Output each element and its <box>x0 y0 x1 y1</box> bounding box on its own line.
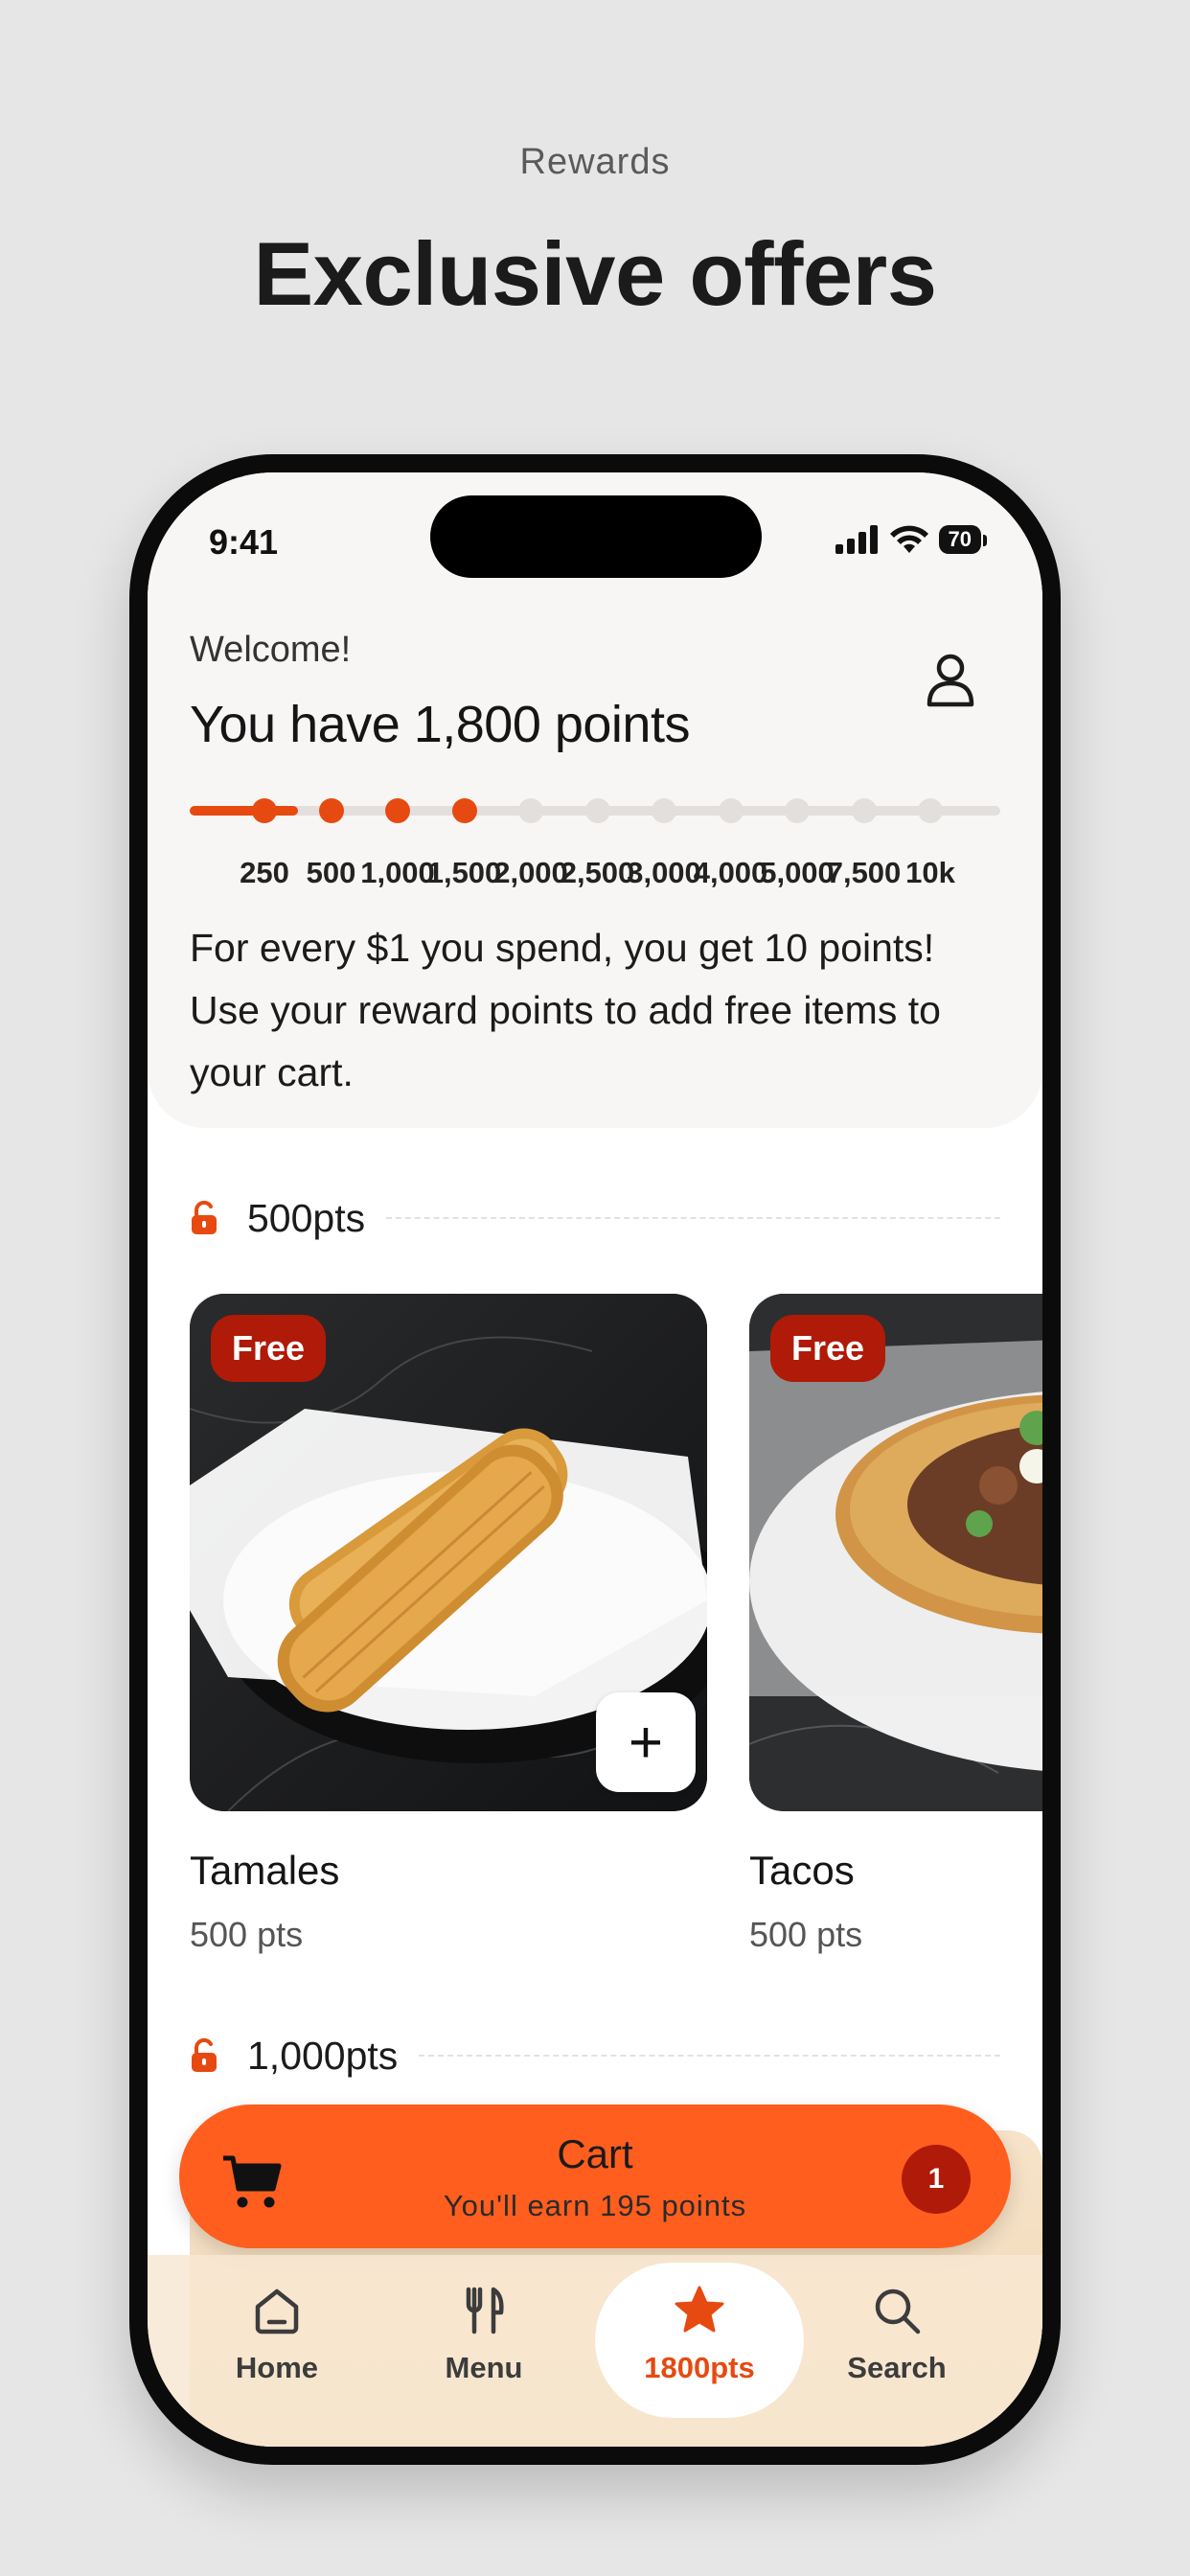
bottom-tab-bar: Home Menu 1800pts Search <box>148 2255 1042 2447</box>
cart-subtitle: You'll earn 195 points <box>443 2189 747 2222</box>
progress-milestone-dot <box>451 798 477 823</box>
free-badge: Free <box>211 1315 327 1382</box>
progress-tick-label: 10k <box>905 856 955 889</box>
reward-card-tamales[interactable]: Free + Tamales 500 pts <box>190 1294 707 1954</box>
tab-home[interactable]: Home <box>181 2255 373 2418</box>
points-progress-track <box>190 798 1000 823</box>
search-icon <box>875 2288 921 2334</box>
tab-label: Menu <box>445 2351 523 2384</box>
progress-tick-label: 500 <box>306 856 356 889</box>
page-headline: Exclusive offers <box>253 223 937 324</box>
progress-tick-label: 250 <box>240 856 289 889</box>
free-badge: Free <box>770 1315 886 1382</box>
tier-divider <box>419 2055 1000 2057</box>
progress-milestone-dot <box>785 798 810 823</box>
dynamic-island <box>430 495 762 578</box>
signal-icon <box>835 525 878 554</box>
progress-tick-label: 4,000 <box>693 856 768 889</box>
progress-milestone-dot <box>584 798 610 823</box>
tier-divider <box>386 1217 1000 1219</box>
progress-milestone-dot <box>518 798 543 823</box>
tab-rewards[interactable]: 1800pts <box>595 2263 804 2418</box>
item-points: 500 pts <box>190 1915 304 1954</box>
tier-header-500: 500pts <box>190 1194 1000 1242</box>
item-name: Tacos <box>749 1848 855 1893</box>
progress-tick-label: 1,500 <box>426 856 502 889</box>
progress-milestone-dot <box>851 798 877 823</box>
add-to-cart-button[interactable]: + <box>596 1692 696 1792</box>
progress-milestone-dot <box>252 798 277 823</box>
cart-title: Cart <box>557 2131 633 2176</box>
rewards-header-panel: 9:41 70 Welcome! You have 1,800 points 2… <box>148 472 1042 1128</box>
fork-knife-icon <box>466 2287 504 2334</box>
wifi-icon <box>889 525 928 553</box>
person-icon[interactable] <box>922 651 979 708</box>
phone-screen: 9:41 70 Welcome! You have 1,800 points 2… <box>148 472 1042 2447</box>
plus-icon: + <box>628 1709 664 1776</box>
points-title: You have 1,800 points <box>190 696 690 753</box>
progress-milestone-dot <box>718 798 744 823</box>
battery-indicator: 70 <box>938 525 988 554</box>
points-progress-fill <box>190 806 298 816</box>
tacos-photo: Free <box>749 1294 1042 1811</box>
unlocked-icon <box>192 2038 217 2072</box>
reward-card-tacos[interactable]: Free Tacos 500 pts <box>749 1294 1042 1954</box>
page-caption: Rewards <box>519 142 671 182</box>
tier-label: 500pts <box>247 1195 366 1240</box>
welcome-text: Welcome! <box>190 630 352 670</box>
progress-tick-label: 5,000 <box>760 856 835 889</box>
item-name: Tamales <box>190 1848 340 1893</box>
cart-count-badge: 1 <box>902 2145 971 2214</box>
star-icon <box>675 2286 724 2333</box>
tier-header-1000: 1,000pts <box>190 2032 1000 2080</box>
rewards-info-text: For every $1 you spend, you get 10 point… <box>190 926 941 1094</box>
progress-tick-label: 1,000 <box>360 856 435 889</box>
home-icon <box>255 2288 299 2334</box>
progress-milestone-dot <box>385 798 410 823</box>
tamales-photo: Free + <box>190 1294 707 1811</box>
status-icons: 70 <box>835 522 988 557</box>
status-time: 9:41 <box>209 522 279 562</box>
tab-search[interactable]: Search <box>801 2255 993 2418</box>
item-points: 500 pts <box>749 1915 863 1954</box>
progress-tick-label: 7,500 <box>826 856 902 889</box>
progress-milestone-dot <box>652 798 676 823</box>
tier-label: 1,000pts <box>247 2033 399 2078</box>
progress-tick-label: 3,000 <box>627 856 701 889</box>
tab-menu[interactable]: Menu <box>388 2255 580 2418</box>
progress-milestone-dot <box>318 798 344 823</box>
tab-label: Search <box>847 2351 947 2384</box>
tab-label: 1800pts <box>644 2351 755 2384</box>
unlocked-icon <box>192 1201 217 1234</box>
cart-button[interactable]: Cart You'll earn 195 points 1 <box>179 2104 1011 2248</box>
progress-tick-label: 2,500 <box>560 856 635 889</box>
progress-tick-label: 2,000 <box>493 856 568 889</box>
progress-milestone-dot <box>918 798 943 823</box>
tab-label: Home <box>235 2351 319 2384</box>
